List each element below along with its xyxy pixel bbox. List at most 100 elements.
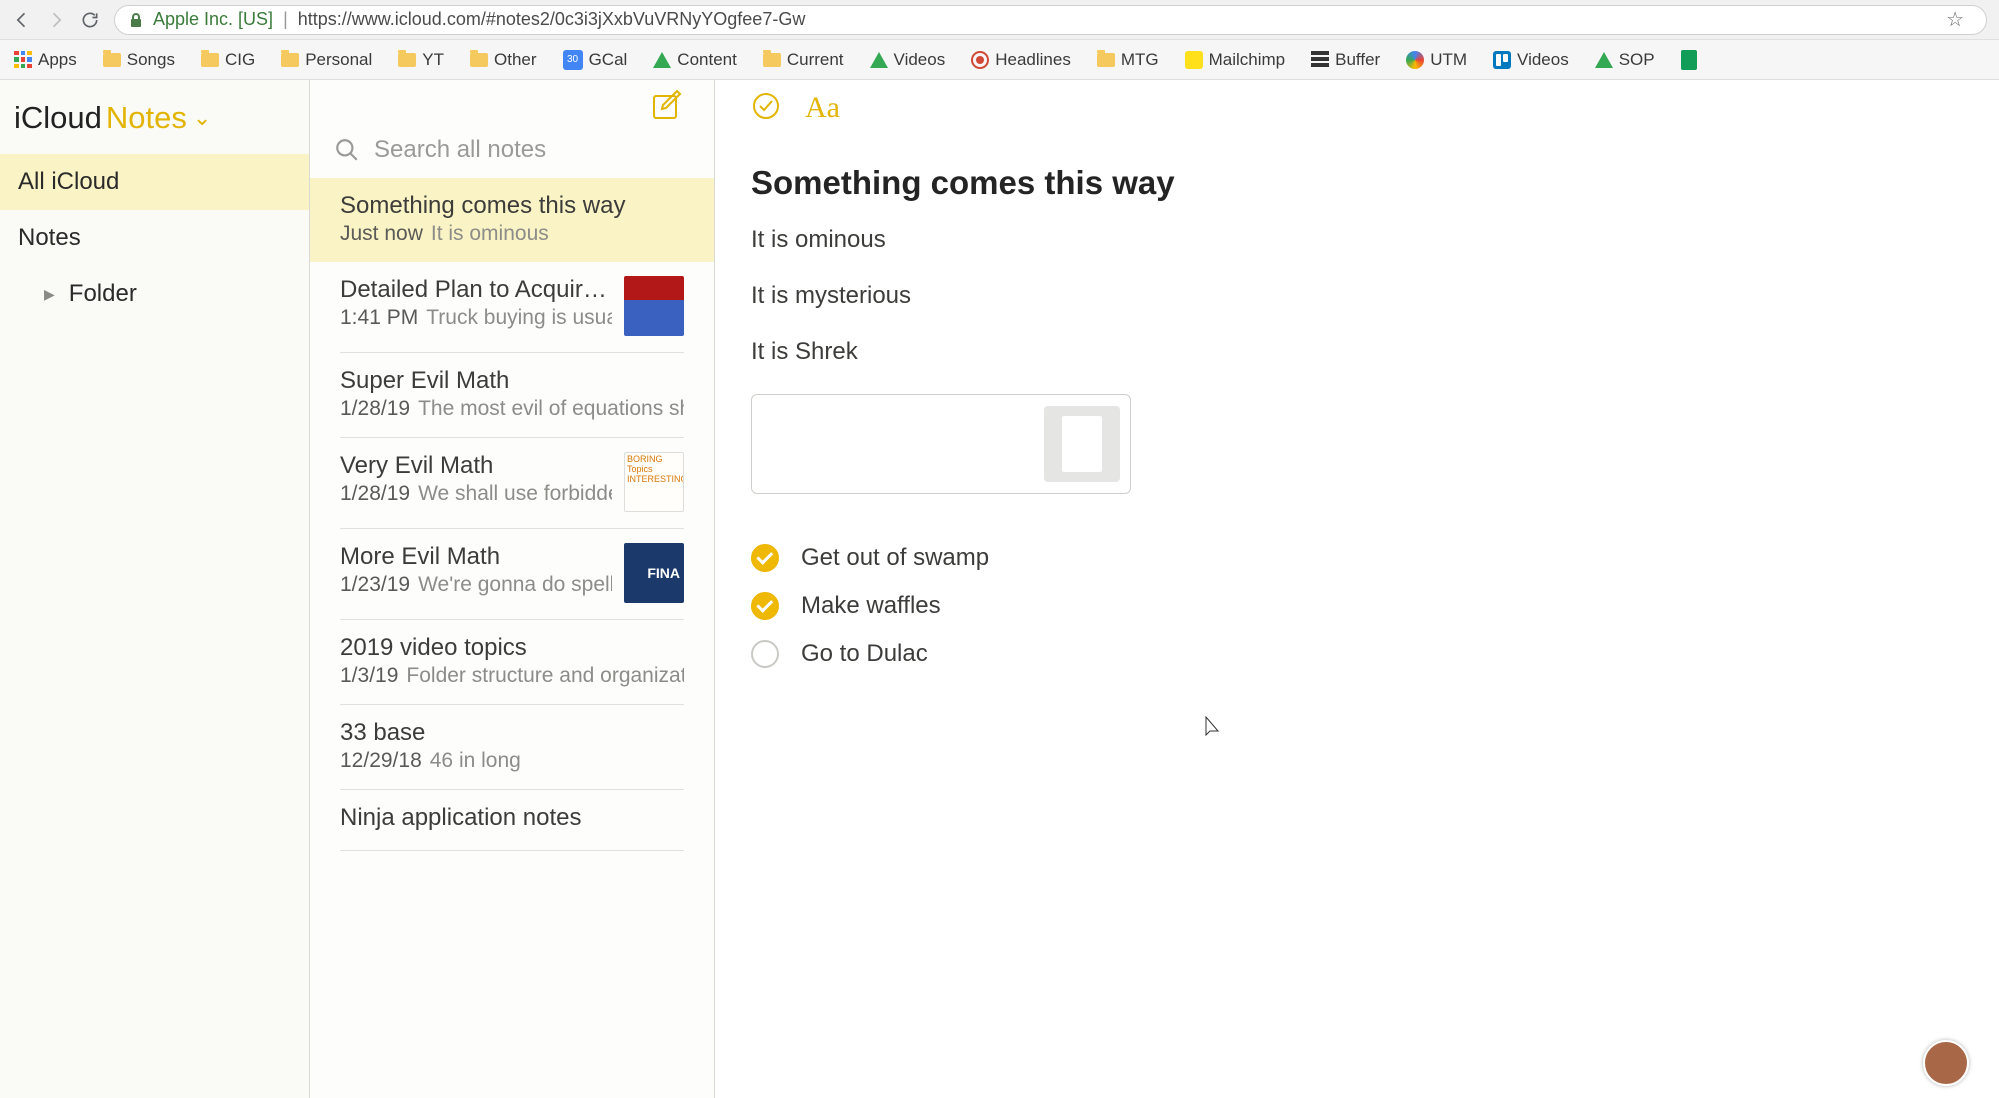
note-thumbnail [624, 452, 684, 512]
bookmark-apps[interactable]: Apps [14, 50, 77, 70]
note-row[interactable]: Detailed Plan to Acquire a F…1:41 PMTruc… [340, 262, 684, 353]
checklist-label: Go to Dulac [801, 640, 929, 668]
note-row-title: Super Evil Math [340, 367, 684, 395]
drive-icon [870, 52, 888, 68]
reload-button[interactable] [80, 10, 100, 30]
note-row-time: 1/23/19 [340, 573, 410, 597]
folder-icon [763, 53, 781, 67]
note-row-preview: Truck buying is usually … [426, 306, 612, 330]
sidebar-item-all-icloud[interactable]: All iCloud [0, 154, 309, 210]
checklist-label: Make waffles [801, 592, 941, 620]
bookmark-yt[interactable]: YT [398, 50, 444, 70]
checklist-label: Get out of swamp [801, 544, 989, 572]
compose-note-button[interactable] [650, 88, 686, 129]
note-row[interactable]: More Evil Math1/23/19We're gonna do spel… [340, 529, 684, 620]
note-row-time: 1/3/19 [340, 664, 398, 688]
disclosure-triangle-icon: ▶ [44, 286, 55, 303]
folders-sidebar: iCloud Notes ⌄ All iCloud Notes ▶ Folder [0, 80, 310, 1098]
note-row-preview: 46 in long [430, 749, 521, 773]
text-style-button[interactable]: Aa [805, 91, 840, 125]
bookmark-videos[interactable]: Videos [870, 50, 946, 70]
app-title[interactable]: iCloud Notes ⌄ [0, 80, 309, 154]
note-row[interactable]: 33 base12/29/1846 in long [340, 705, 684, 790]
note-thumbnail [624, 276, 684, 336]
note-row-time: 1/28/19 [340, 482, 410, 506]
checkbox-icon[interactable] [751, 544, 779, 572]
folder-icon [470, 53, 488, 67]
note-row[interactable]: Ninja application notes [340, 790, 684, 851]
sheets-icon[interactable] [1681, 50, 1697, 70]
bookmark-gcal[interactable]: 30GCal [563, 50, 628, 70]
checkbox-icon[interactable] [751, 592, 779, 620]
apps-icon [14, 51, 32, 69]
bookmark-sop[interactable]: SOP [1595, 50, 1655, 70]
bookmark-current[interactable]: Current [763, 50, 844, 70]
search-field[interactable]: Search all notes [310, 136, 714, 178]
calendar-icon: 30 [563, 50, 583, 70]
checklist-item[interactable]: Make waffles [751, 592, 1963, 620]
forward-button[interactable] [46, 10, 66, 30]
note-row[interactable]: 2019 video topics1/3/19 Folder structure … [340, 620, 684, 705]
note-row-time: 1/28/19 [340, 397, 410, 421]
utm-icon [1406, 51, 1424, 69]
sidebar-item-folder[interactable]: ▶ Folder [0, 266, 309, 322]
note-row-title: 2019 video topics [340, 634, 684, 662]
bookmark-videos[interactable]: Videos [1493, 50, 1569, 70]
bookmark-mailchimp[interactable]: Mailchimp [1185, 50, 1286, 70]
folder-icon [281, 53, 299, 67]
bookmark-star-icon[interactable]: ☆ [1946, 7, 1964, 32]
note-row-preview: Folder structure and organization [406, 664, 684, 688]
site-identity: Apple Inc. [US] [153, 9, 273, 30]
bookmark-personal[interactable]: Personal [281, 50, 372, 70]
search-placeholder: Search all notes [374, 136, 546, 164]
checkbox-icon[interactable] [751, 640, 779, 668]
bookmark-content[interactable]: Content [653, 50, 737, 70]
bookmark-mtg[interactable]: MTG [1097, 50, 1159, 70]
note-row[interactable]: Something comes this wayJust nowIt is om… [310, 178, 714, 262]
back-button[interactable] [12, 10, 32, 30]
bookmark-other[interactable]: Other [470, 50, 537, 70]
note-row-preview: The most evil of equations shal… [418, 397, 684, 421]
bookmark-headlines[interactable]: Headlines [971, 50, 1071, 70]
bookmark-buffer[interactable]: Buffer [1311, 50, 1380, 70]
user-avatar[interactable] [1923, 1040, 1969, 1086]
attachment-placeholder[interactable] [751, 394, 1131, 494]
lock-icon [129, 12, 143, 28]
checklist-item[interactable]: Get out of swamp [751, 544, 1963, 572]
note-paragraph[interactable]: It is mysterious [751, 282, 1963, 310]
note-row-title: More Evil Math [340, 543, 612, 571]
target-icon [971, 51, 989, 69]
drive-icon [1595, 52, 1613, 68]
bookmark-utm[interactable]: UTM [1406, 50, 1467, 70]
note-row-title: 33 base [340, 719, 684, 747]
folder-icon [398, 53, 416, 67]
note-row-title: Detailed Plan to Acquire a F… [340, 276, 612, 304]
address-bar[interactable]: Apple Inc. [US] | https://www.icloud.com… [114, 5, 1987, 35]
bookmarks-bar: Apps Songs CIG Personal YT Other 30GCal Content… [0, 40, 1999, 80]
buffer-icon [1311, 51, 1329, 69]
note-row[interactable]: Super Evil Math1/28/19 The most evil of e… [340, 353, 684, 438]
note-row-preview: It is ominous [431, 222, 549, 246]
folder-icon [103, 53, 121, 67]
note-row-preview: We shall use forbidden … [418, 482, 612, 506]
note-thumbnail: FINA [624, 543, 684, 603]
editor-toolbar: Aa [751, 80, 1963, 136]
folder-icon [1097, 53, 1115, 67]
note-title[interactable]: Something comes this way [751, 164, 1963, 202]
note-editor[interactable]: Aa Something comes this way It is ominou… [715, 80, 1999, 1098]
bookmark-songs[interactable]: Songs [103, 50, 175, 70]
notes-list-panel: Search all notes Something comes this wa… [310, 80, 715, 1098]
note-row[interactable]: Very Evil Math1/28/19We shall use forbid… [340, 438, 684, 529]
note-paragraph[interactable]: It is Shrek [751, 338, 1963, 366]
trello-icon [1493, 51, 1511, 69]
checklist-item[interactable]: Go to Dulac [751, 640, 1963, 668]
note-paragraph[interactable]: It is ominous [751, 226, 1963, 254]
folder-icon [201, 53, 219, 67]
bookmark-cig[interactable]: CIG [201, 50, 255, 70]
note-row-title: Ninja application notes [340, 804, 684, 832]
chevron-down-icon: ⌄ [193, 105, 211, 131]
search-icon [334, 137, 360, 163]
sidebar-item-notes[interactable]: Notes [0, 210, 309, 266]
checklist-button[interactable] [751, 91, 781, 126]
drive-icon [653, 52, 671, 68]
